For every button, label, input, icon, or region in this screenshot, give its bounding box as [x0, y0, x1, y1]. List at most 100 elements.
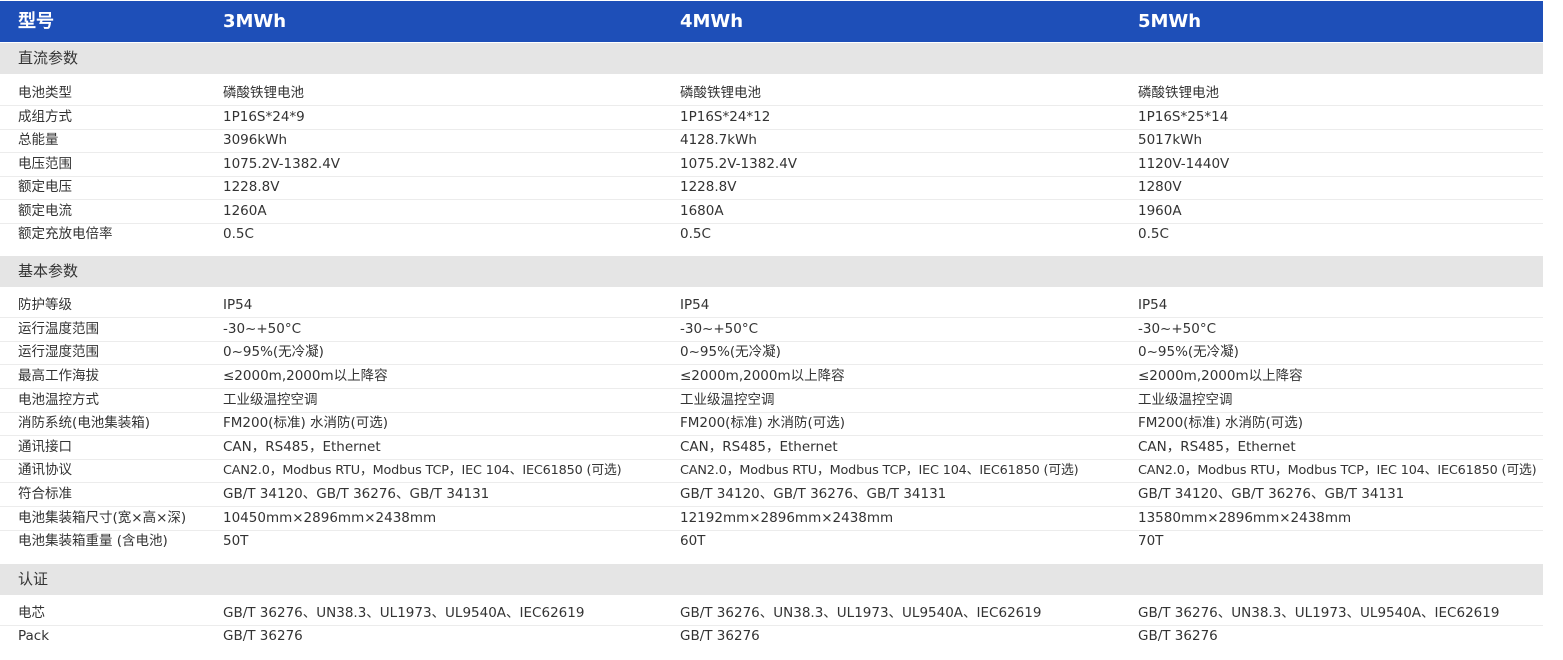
table-row: Pack GB/T 36276 GB/T 36276 GB/T 36276 [0, 625, 1543, 648]
cell-5mwh: GB/T 36276、UN38.3、UL1973、UL9540A、IEC6261… [1138, 605, 1500, 621]
row-label: 额定电压 [18, 179, 72, 195]
table-header: 型号 3MWh 4MWh 5MWh [0, 1, 1543, 42]
cell-5mwh: 1120V-1440V [1138, 156, 1230, 172]
table-row: 额定电流 1260A 1680A 1960A [0, 200, 1543, 224]
cell-4mwh: -30~+50°C [680, 321, 759, 337]
table-row: 运行湿度范围 0~95%(无冷凝) 0~95%(无冷凝) 0~95%(无冷凝) [0, 341, 1543, 365]
section-certification: 认证 [0, 564, 1543, 595]
table-row: 消防系统(电池集装箱) FM200(标准) 水消防(可选) FM200(标准) … [0, 412, 1543, 436]
cell-4mwh: FM200(标准) 水消防(可选) [680, 415, 846, 431]
cell-5mwh: IP54 [1138, 297, 1168, 313]
row-label: 成组方式 [18, 109, 72, 125]
cell-5mwh: 工业级温控空调 [1138, 392, 1233, 408]
cell-4mwh: 0~95%(无冷凝) [680, 344, 781, 360]
cell-4mwh: IP54 [680, 297, 710, 313]
row-label: 电池类型 [18, 85, 72, 101]
row-label: 符合标准 [18, 486, 72, 502]
table-row: 防护等级 IP54 IP54 IP54 [0, 294, 1543, 318]
section-title: 基本参数 [18, 262, 79, 280]
section-title: 直流参数 [18, 49, 79, 67]
row-label: 运行温度范围 [18, 321, 99, 337]
row-label: 消防系统(电池集装箱) [18, 415, 151, 431]
cell-3mwh: 1075.2V-1382.4V [223, 156, 341, 172]
cell-5mwh: 磷酸铁锂电池 [1138, 85, 1219, 101]
row-label: 防护等级 [18, 297, 72, 313]
section-basic-params: 基本参数 [0, 256, 1543, 287]
cell-5mwh: 1P16S*25*14 [1138, 109, 1229, 125]
cell-3mwh: ≤2000m,2000m以上降容 [223, 368, 388, 384]
cell-4mwh: 1075.2V-1382.4V [680, 156, 798, 172]
table-row: 通讯接口 CAN，RS485，Ethernet CAN，RS485，Ethern… [0, 436, 1543, 460]
cell-4mwh: 1680A [680, 203, 724, 219]
row-label: 运行湿度范围 [18, 344, 99, 360]
cell-5mwh: FM200(标准) 水消防(可选) [1138, 415, 1304, 431]
cell-4mwh: 0.5C [680, 226, 711, 242]
cell-3mwh: 3096kWh [223, 132, 288, 148]
row-label: 电池集装箱尺寸(宽×高×深) [18, 510, 187, 526]
cell-3mwh: 0~95%(无冷凝) [223, 344, 324, 360]
cell-4mwh: 1P16S*24*12 [680, 109, 771, 125]
header-model-3mwh: 3MWh [223, 11, 287, 32]
cell-3mwh: 1P16S*24*9 [223, 109, 305, 125]
cell-3mwh: CAN2.0，Modbus RTU，Modbus TCP，IEC 104、IEC… [223, 463, 622, 478]
cell-5mwh: 0.5C [1138, 226, 1169, 242]
header-model-4mwh: 4MWh [680, 11, 744, 32]
table-row: 电芯 GB/T 36276、UN38.3、UL1973、UL9540A、IEC6… [0, 602, 1543, 626]
table-row: 电池类型 磷酸铁锂电池 磷酸铁锂电池 磷酸铁锂电池 [0, 82, 1543, 106]
cell-4mwh: CAN，RS485，Ethernet [680, 439, 838, 455]
header-model-5mwh: 5MWh [1138, 11, 1202, 32]
table-row: 成组方式 1P16S*24*9 1P16S*24*12 1P16S*25*14 [0, 106, 1543, 130]
table-row: 通讯协议 CAN2.0，Modbus RTU，Modbus TCP，IEC 10… [0, 459, 1543, 483]
cell-3mwh: 10450mm×2896mm×2438mm [223, 510, 437, 526]
cell-4mwh: GB/T 36276、UN38.3、UL1973、UL9540A、IEC6261… [680, 605, 1042, 621]
cell-3mwh: 0.5C [223, 226, 254, 242]
cell-4mwh: 12192mm×2896mm×2438mm [680, 510, 894, 526]
cell-5mwh: GB/T 36276 [1138, 628, 1218, 644]
cell-3mwh: 1260A [223, 203, 267, 219]
cell-3mwh: GB/T 36276 [223, 628, 303, 644]
table-row: 总能量 3096kWh 4128.7kWh 5017kWh [0, 129, 1543, 153]
cell-4mwh: 工业级温控空调 [680, 392, 775, 408]
cell-5mwh: 1960A [1138, 203, 1182, 219]
section-title: 认证 [18, 570, 49, 588]
row-label: 额定电流 [18, 203, 72, 219]
header-model-label: 型号 [18, 11, 54, 32]
cell-3mwh: 磷酸铁锂电池 [223, 85, 304, 101]
row-label: 最高工作海拔 [18, 368, 99, 384]
cell-5mwh: 1280V [1138, 179, 1182, 195]
cell-5mwh: -30~+50°C [1138, 321, 1217, 337]
row-label: 通讯接口 [18, 439, 72, 455]
cell-4mwh: GB/T 36276 [680, 628, 760, 644]
row-label: 通讯协议 [18, 462, 72, 478]
table-row: 额定电压 1228.8V 1228.8V 1280V [0, 176, 1543, 200]
table-row: 最高工作海拔 ≤2000m,2000m以上降容 ≤2000m,2000m以上降容… [0, 365, 1543, 389]
cell-4mwh: ≤2000m,2000m以上降容 [680, 368, 845, 384]
cell-3mwh: 1228.8V [223, 179, 280, 195]
section-dc-params: 直流参数 [0, 43, 1543, 74]
cell-3mwh: GB/T 36276、UN38.3、UL1973、UL9540A、IEC6261… [223, 605, 585, 621]
cell-3mwh: 工业级温控空调 [223, 392, 318, 408]
cell-5mwh: ≤2000m,2000m以上降容 [1138, 368, 1303, 384]
table-row: 电池集装箱尺寸(宽×高×深) 10450mm×2896mm×2438mm 121… [0, 507, 1543, 531]
table-row: 符合标准 GB/T 34120、GB/T 36276、GB/T 34131 GB… [0, 483, 1543, 507]
row-label: 电压范围 [18, 156, 72, 172]
row-label: 电芯 [18, 605, 45, 621]
cell-5mwh: CAN2.0，Modbus RTU，Modbus TCP，IEC 104、IEC… [1138, 463, 1537, 478]
cell-4mwh: 60T [680, 533, 706, 549]
cell-5mwh: CAN，RS485，Ethernet [1138, 439, 1296, 455]
table-row: 电压范围 1075.2V-1382.4V 1075.2V-1382.4V 112… [0, 153, 1543, 177]
table-row: 电池温控方式 工业级温控空调 工业级温控空调 工业级温控空调 [0, 389, 1543, 413]
table-row: 额定充放电倍率 0.5C 0.5C 0.5C [0, 223, 1543, 246]
row-label: 电池温控方式 [18, 392, 99, 408]
row-label: Pack [18, 628, 50, 644]
cell-4mwh: 4128.7kWh [680, 132, 757, 148]
cell-4mwh: CAN2.0，Modbus RTU，Modbus TCP，IEC 104、IEC… [680, 463, 1079, 478]
table-row: 电池集装箱重量 (含电池) 50T 60T 70T [0, 530, 1543, 553]
cell-5mwh: 13580mm×2896mm×2438mm [1138, 510, 1352, 526]
cell-4mwh: 磷酸铁锂电池 [680, 85, 761, 101]
cell-4mwh: 1228.8V [680, 179, 737, 195]
table-row: 运行温度范围 -30~+50°C -30~+50°C -30~+50°C [0, 318, 1543, 342]
cell-3mwh: -30~+50°C [223, 321, 302, 337]
cell-4mwh: GB/T 34120、GB/T 36276、GB/T 34131 [680, 486, 947, 502]
cell-3mwh: 50T [223, 533, 249, 549]
